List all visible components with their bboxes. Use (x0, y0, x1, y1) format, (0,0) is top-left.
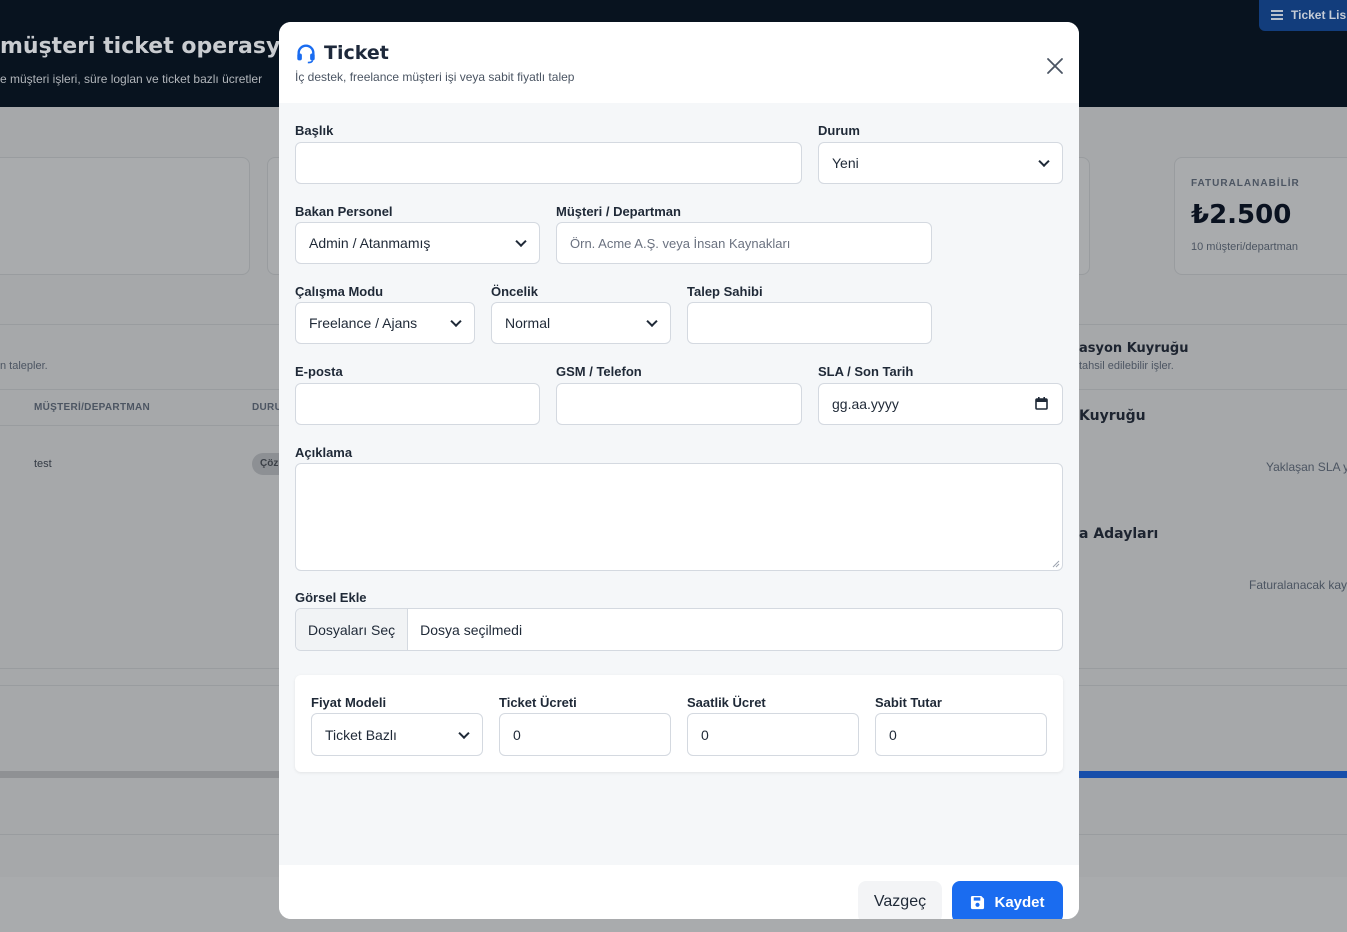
gorsel-file-input[interactable]: Dosyaları Seç Dosya seçilmedi (295, 608, 1063, 651)
ticket-list-button[interactable]: Ticket Lis (1259, 0, 1347, 31)
table-header-customer: MÜŞTERİ/DEPARTMAN (34, 402, 151, 413)
bakan-personel-label: Bakan Personel (295, 204, 393, 219)
progress-bar-fill (1079, 771, 1347, 778)
modal-title-row: Ticket (295, 42, 389, 64)
pricing-card: Fiyat Modeli Ticket Bazlı Ticket Ücreti … (295, 675, 1063, 772)
sabit-tutar-label: Sabit Tutar (875, 695, 942, 710)
chevron-down-icon (515, 235, 527, 248)
invoice-empty: Faturalanacak kay (1249, 578, 1347, 592)
status-badge: Çöz (252, 453, 282, 475)
baslik-input[interactable] (295, 142, 802, 184)
sla-label: SLA / Son Tarih (818, 364, 914, 379)
invoice-title: a Adayları (1079, 526, 1159, 542)
musteri-label: Müşteri / Departman (556, 204, 681, 219)
stat-card (0, 157, 250, 275)
sla-date-input[interactable]: gg.aa.yyyy (818, 383, 1063, 425)
table-header-status: DURU (252, 402, 283, 413)
sla-empty: Yaklaşan SLA y (1266, 460, 1347, 474)
durum-value: Yeni (832, 155, 859, 171)
queue-title: asyon Kuyruğu (1079, 341, 1189, 356)
oncelik-label: Öncelik (491, 284, 538, 299)
modal-footer: Vazgeç Kaydet (279, 865, 1079, 919)
progress-bar (0, 771, 280, 778)
row-customer: test (34, 458, 52, 470)
page-title: müşteri ticket operasyonu (0, 34, 327, 59)
eposta-label: E-posta (295, 364, 343, 379)
fiyat-modeli-label: Fiyat Modeli (311, 695, 387, 710)
divider (0, 389, 280, 390)
save-button[interactable]: Kaydet (952, 881, 1063, 919)
tickets-note: n talepler. (0, 360, 48, 372)
cancel-button[interactable]: Vazgeç (858, 881, 942, 919)
ticket-list-label: Ticket Lis (1291, 8, 1347, 22)
bakan-personel-select[interactable]: Admin / Atanmamış (295, 222, 540, 264)
saatlik-ucret-input[interactable]: 0 (687, 713, 859, 756)
calendar-icon[interactable] (1035, 397, 1048, 410)
gsm-input[interactable] (556, 383, 802, 425)
musteri-input[interactable]: Örn. Acme A.Ş. veya İnsan Kaynakları (556, 222, 932, 264)
calisma-modu-value: Freelance / Ajans (309, 315, 418, 331)
fiyat-modeli-select[interactable]: Ticket Bazlı (311, 713, 483, 756)
eposta-input[interactable] (295, 383, 540, 425)
calisma-modu-select[interactable]: Freelance / Ajans (295, 302, 475, 344)
save-icon (971, 895, 985, 909)
chevron-down-icon (1038, 155, 1050, 168)
save-label: Kaydet (994, 893, 1045, 911)
baslik-label: Başlık (295, 123, 334, 138)
ticket-ucreti-label: Ticket Ücreti (499, 695, 577, 710)
page-subtitle: e müşteri işleri, süre loglan ve ticket … (0, 72, 263, 86)
chevron-down-icon (646, 315, 658, 328)
calisma-modu-label: Çalışma Modu (295, 284, 384, 299)
modal-subtitle: İç destek, freelance müşteri işi veya sa… (295, 70, 575, 84)
billable-card: FATURALANABİLİR ₺2.500 10 müşteri/depart… (1174, 157, 1347, 275)
divider (1079, 389, 1347, 390)
billable-label: FATURALANABİLİR (1191, 178, 1300, 189)
talep-sahibi-label: Talep Sahibi (687, 284, 763, 299)
close-icon[interactable] (1046, 57, 1064, 75)
modal-header: Ticket İç destek, freelance müşteri işi … (279, 22, 1079, 103)
modal-body: Başlık Durum Yeni Bakan Personel Admin /… (279, 103, 1079, 865)
sabit-tutar-input[interactable]: 0 (875, 713, 1047, 756)
gorsel-label: Görsel Ekle (295, 590, 367, 605)
modal-title: Ticket (324, 42, 389, 64)
durum-select[interactable]: Yeni (818, 142, 1063, 184)
sla-queue-title: Kuyruğu (1079, 408, 1146, 424)
chevron-down-icon (450, 315, 462, 328)
durum-label: Durum (818, 123, 860, 138)
bakan-personel-value: Admin / Atanmamış (309, 235, 431, 251)
sla-placeholder: gg.aa.yyyy (832, 396, 899, 412)
resize-grip-icon[interactable] (1052, 560, 1060, 568)
saatlik-ucret-label: Saatlik Ücret (687, 695, 766, 710)
aciklama-textarea[interactable] (295, 463, 1063, 571)
oncelik-value: Normal (505, 315, 551, 331)
chevron-down-icon (458, 727, 470, 739)
file-status: Dosya seçilmedi (420, 621, 523, 638)
aciklama-label: Açıklama (295, 445, 353, 460)
musteri-placeholder: Örn. Acme A.Ş. veya İnsan Kaynakları (570, 235, 791, 251)
list-icon (1271, 10, 1283, 20)
billable-value: ₺2.500 (1191, 200, 1292, 230)
queue-subtitle: tahsil edilebilir işler. (1079, 360, 1174, 372)
ticket-modal: Ticket İç destek, freelance müşteri işi … (279, 22, 1079, 919)
fiyat-modeli-value: Ticket Bazlı (325, 726, 397, 743)
divider (0, 425, 280, 426)
choose-files-button[interactable]: Dosyaları Seç (296, 609, 409, 650)
gsm-label: GSM / Telefon (556, 364, 642, 379)
oncelik-select[interactable]: Normal (491, 302, 671, 344)
headset-icon (297, 44, 315, 64)
talep-sahibi-input[interactable] (687, 302, 932, 344)
billable-sub: 10 müşteri/departman (1191, 241, 1298, 253)
ticket-ucreti-input[interactable]: 0 (499, 713, 671, 756)
